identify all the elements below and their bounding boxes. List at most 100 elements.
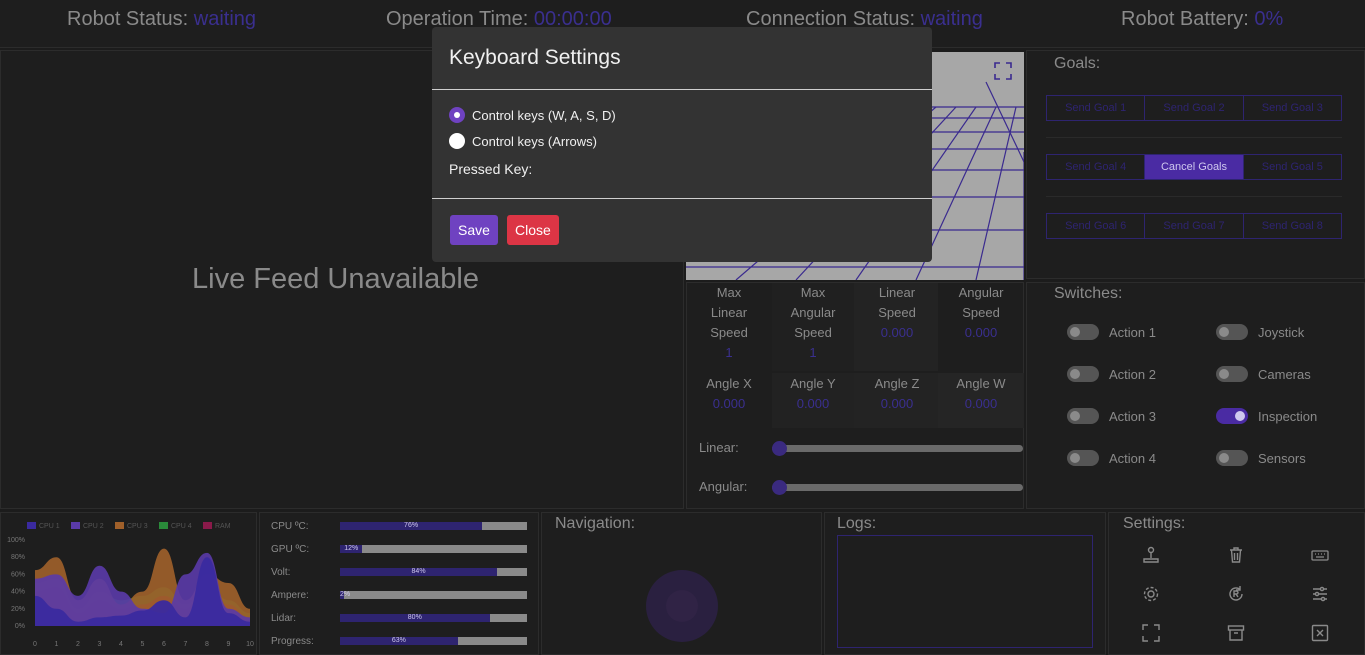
wasd-radio[interactable]: [449, 107, 465, 123]
switches-panel: [1026, 282, 1365, 509]
x-tick-label: 9: [227, 641, 231, 648]
stat-progress-bar: 84%: [340, 568, 527, 576]
send-goal-6-button[interactable]: Send Goal 6: [1047, 214, 1146, 238]
y-tick-label: 0%: [15, 623, 25, 630]
send-goal-8-button[interactable]: Send Goal 8: [1244, 214, 1341, 238]
goal-row-1: Send Goal 1 Send Goal 2 Send Goal 3: [1046, 95, 1342, 121]
toggle[interactable]: [1216, 366, 1248, 382]
toggle[interactable]: [1216, 450, 1248, 466]
stats-panel: [259, 512, 539, 655]
x-tick-label: 1: [55, 641, 59, 648]
send-goal-7-button[interactable]: Send Goal 7: [1145, 214, 1244, 238]
fullscreen-icon[interactable]: [994, 62, 1012, 80]
navigation-joystick[interactable]: [646, 570, 718, 642]
toggle[interactable]: [1216, 408, 1248, 424]
angular-slider-thumb[interactable]: [772, 480, 787, 495]
stat-progress-fill: 63%: [340, 637, 458, 645]
fullscreen-icon[interactable]: [1142, 624, 1160, 642]
switch-action-3[interactable]: Action 3: [1067, 408, 1156, 424]
arrows-radio[interactable]: [449, 133, 465, 149]
switch-label: Action 2: [1109, 366, 1156, 382]
legend-label: CPU 3: [127, 523, 148, 530]
send-goal-2-button[interactable]: Send Goal 2: [1145, 96, 1244, 120]
close-button[interactable]: Close: [507, 215, 559, 245]
y-tick-label: 100%: [7, 537, 25, 544]
wasd-option-label: Control keys (W, A, S, D): [472, 107, 616, 123]
switch-joystick[interactable]: Joystick: [1216, 324, 1304, 340]
angle-z: Angle Z 0.000: [855, 374, 939, 414]
wasd-option[interactable]: Control keys (W, A, S, D): [449, 107, 616, 123]
x-tick-label: 7: [184, 641, 188, 648]
send-goal-1-button[interactable]: Send Goal 1: [1047, 96, 1146, 120]
legend-label: CPU 4: [171, 523, 192, 530]
legend-label: CPU 1: [39, 523, 60, 530]
switch-label: Cameras: [1258, 366, 1311, 382]
switch-action-1[interactable]: Action 1: [1067, 324, 1156, 340]
stat-progress-bar: 76%: [340, 522, 527, 530]
angular-speed-value: 0.000: [964, 325, 998, 340]
angular-speed-label: Angular Speed: [958, 285, 1004, 320]
switch-inspection[interactable]: Inspection: [1216, 408, 1317, 424]
stat-progress-fill: 76%: [340, 522, 483, 530]
battery-label: Robot Battery:: [1121, 8, 1249, 30]
trash-icon[interactable]: [1227, 546, 1245, 564]
modal-title: Keyboard Settings: [449, 46, 621, 69]
logs-box[interactable]: [837, 535, 1093, 648]
angular-slider-label: Angular:: [699, 479, 748, 494]
goals-title: Goals:: [1054, 55, 1101, 72]
arrows-option-label: Control keys (Arrows): [472, 133, 597, 149]
y-tick-label: 40%: [11, 589, 25, 596]
x-tick-label: 4: [119, 641, 123, 648]
restart-icon[interactable]: [1227, 585, 1245, 603]
angular-slider[interactable]: [772, 480, 1023, 495]
close-box-icon[interactable]: [1311, 624, 1329, 642]
toggle[interactable]: [1216, 324, 1248, 340]
joystick-icon[interactable]: [1142, 546, 1160, 564]
send-goal-4-button[interactable]: Send Goal 4: [1047, 155, 1146, 179]
max-angular-speed: Max Angular Speed 1: [771, 283, 855, 363]
toggle[interactable]: [1067, 366, 1099, 382]
legend-swatch: [27, 522, 36, 529]
toggle[interactable]: [1067, 450, 1099, 466]
max-angular-speed-value: 1: [809, 345, 817, 360]
legend-label: CPU 2: [83, 523, 104, 530]
linear-slider-thumb[interactable]: [772, 441, 787, 456]
angle-x-label: Angle X: [706, 376, 752, 391]
stat-label: Progress:: [271, 636, 314, 647]
cancel-goals-button[interactable]: Cancel Goals: [1145, 155, 1244, 179]
stat-progress-fill: 84%: [340, 568, 498, 576]
linear-speed-label: Linear Speed: [878, 285, 916, 320]
stat-progress-fill: 2%: [340, 591, 351, 599]
switch-sensors[interactable]: Sensors: [1216, 450, 1306, 466]
stat-progress-bar: 80%: [340, 614, 527, 622]
robot-battery: Robot Battery: 0%: [1121, 8, 1283, 31]
save-button[interactable]: Save: [450, 215, 498, 245]
switch-label: Action 4: [1109, 450, 1156, 466]
sliders-icon[interactable]: [1311, 585, 1329, 603]
linear-speed-value: 0.000: [880, 325, 914, 340]
stat-label: CPU ºC:: [271, 521, 309, 532]
legend-swatch: [203, 522, 212, 529]
arrows-option[interactable]: Control keys (Arrows): [449, 133, 597, 149]
switch-label: Sensors: [1258, 450, 1306, 466]
robot-status: Robot Status: waiting: [67, 8, 256, 31]
stat-label: Lidar:: [271, 613, 297, 624]
legend-swatch: [115, 522, 124, 529]
toggle[interactable]: [1067, 408, 1099, 424]
keyboard-icon[interactable]: [1311, 546, 1329, 564]
send-goal-3-button[interactable]: Send Goal 3: [1244, 96, 1341, 120]
switch-cameras[interactable]: Cameras: [1216, 366, 1311, 382]
send-goal-5-button[interactable]: Send Goal 5: [1244, 155, 1341, 179]
angle-x: Angle X 0.000: [687, 374, 771, 414]
stat-progress-fill: 80%: [340, 614, 490, 622]
gear-icon[interactable]: [1142, 585, 1160, 603]
toggle[interactable]: [1067, 324, 1099, 340]
switch-action-2[interactable]: Action 2: [1067, 366, 1156, 382]
stat-progress-bar: 2%: [340, 591, 527, 599]
x-tick-label: 5: [141, 641, 145, 648]
archive-icon[interactable]: [1227, 624, 1245, 642]
angle-y-value: 0.000: [796, 396, 830, 411]
switch-action-4[interactable]: Action 4: [1067, 450, 1156, 466]
linear-slider[interactable]: [772, 441, 1023, 456]
navigation-title: Navigation:: [555, 515, 636, 532]
